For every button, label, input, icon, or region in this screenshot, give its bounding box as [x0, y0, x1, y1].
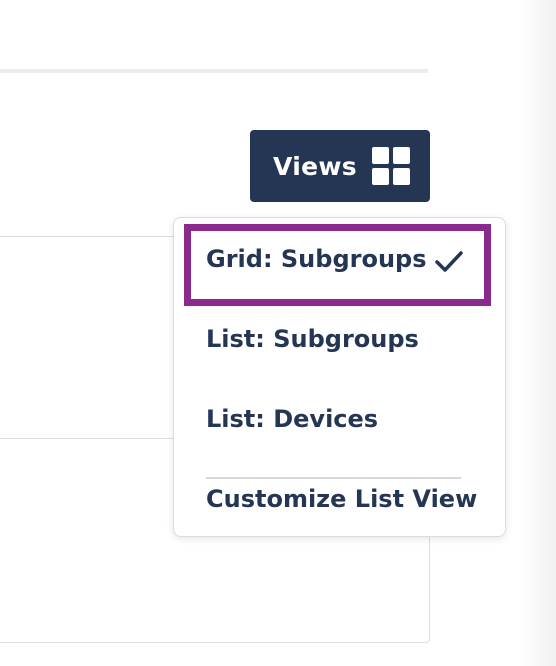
check-icon: [435, 251, 463, 272]
views-dropdown-menu: Grid: Subgroups List: Subgroups List: De…: [173, 217, 506, 537]
menu-item-label: Grid: Subgroups: [206, 245, 427, 273]
views-button-label: Views: [273, 151, 357, 181]
top-divider: [0, 69, 428, 73]
menu-item-grid-subgroups[interactable]: Grid: Subgroups: [206, 229, 427, 289]
views-button[interactable]: Views: [250, 130, 430, 202]
menu-item-label: List: Devices: [206, 405, 379, 433]
menu-item-label: Customize List View: [206, 485, 478, 513]
grid-icon: [371, 147, 410, 185]
menu-item-list-devices[interactable]: List: Devices: [206, 389, 378, 449]
customize-list-view-link[interactable]: Customize List View: [206, 469, 477, 529]
menu-item-label: List: Subgroups: [206, 325, 419, 353]
menu-item-list-subgroups[interactable]: List: Subgroups: [206, 309, 419, 369]
